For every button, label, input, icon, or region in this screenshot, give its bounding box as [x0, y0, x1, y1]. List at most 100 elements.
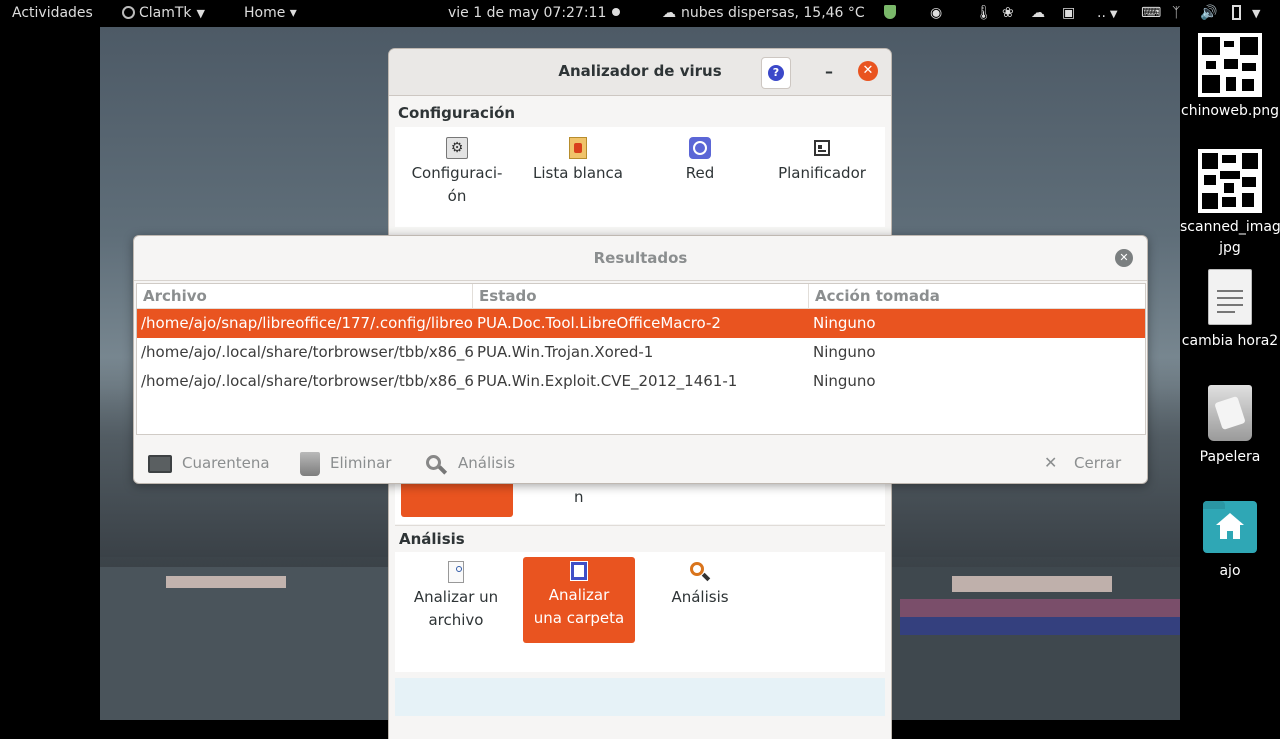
file-scan-icon	[448, 561, 464, 583]
monitor-quarantine-icon	[148, 454, 172, 473]
cell-status: PUA.Doc.Tool.LibreOfficeMacro-2	[477, 314, 721, 332]
tool-label: Lista blanca	[532, 164, 623, 182]
help-icon: ?	[768, 65, 784, 81]
desktop-icon-home[interactable]: ajo	[1180, 501, 1280, 582]
tool-scan-folder[interactable]: Analizar una carpeta	[523, 557, 635, 643]
desktop-icon-chinoweb[interactable]: chinoweb.png	[1180, 33, 1280, 122]
scheduler-icon	[814, 140, 830, 156]
tool-label: Configuraci- ón	[411, 164, 503, 205]
battery-icon[interactable]	[1232, 0, 1241, 27]
table-row[interactable]: /home/ajo/.local/share/torbrowser/tbb/x8…	[137, 367, 1145, 396]
help-button[interactable]: ?	[761, 57, 791, 89]
whitelist-icon	[569, 137, 587, 159]
delete-label: Eliminar	[330, 454, 392, 472]
trash-icon	[1208, 385, 1252, 441]
trash-icon	[300, 451, 320, 476]
quarantine-button[interactable]: Cuarentena	[148, 450, 270, 476]
status-area	[395, 678, 885, 716]
notification-dot-icon	[612, 0, 620, 27]
tool-settings[interactable]: ⚙ Configuraci- ón	[402, 137, 512, 208]
volume-icon[interactable]: 🔊	[1200, 0, 1217, 27]
results-table: Archivo Estado Acción tomada /home/ajo/s…	[136, 283, 1146, 435]
tool-network[interactable]: Red	[645, 137, 755, 185]
tool-label: Análisis	[671, 588, 729, 606]
cell-action: Ninguno	[813, 372, 876, 390]
divider	[395, 525, 885, 526]
home-folder-icon	[1203, 501, 1257, 553]
results-close-button[interactable]: ✕	[1115, 249, 1133, 267]
weather-indicator[interactable]: ☁ nubes dispersas, 15,46 °C	[662, 0, 865, 27]
text-file-icon	[1208, 269, 1252, 325]
column-header-action[interactable]: Acción tomada	[809, 284, 1145, 308]
desktop-icon-label: chinoweb.png	[1181, 103, 1279, 119]
app-menu[interactable]: ClamTk ▼	[122, 0, 205, 27]
desktop-icon-cambia-hora2[interactable]: cambia hora2	[1180, 269, 1280, 352]
results-title: Resultados	[593, 249, 688, 267]
config-section-title: Configuración	[398, 104, 516, 122]
magnifier-icon	[689, 561, 711, 583]
shield-icon[interactable]	[884, 0, 896, 27]
desktop-icon-label: cambia hora2	[1181, 333, 1279, 349]
folder-scan-icon	[570, 561, 588, 581]
desktop-icon-label: ajo	[1219, 563, 1241, 579]
cell-file: /home/ajo/snap/libreoffice/177/.config/l…	[141, 314, 473, 332]
tool-analysis[interactable]: Análisis	[645, 557, 755, 643]
qr-image-icon	[1198, 149, 1262, 213]
table-row[interactable]: /home/ajo/snap/libreoffice/177/.config/l…	[137, 309, 1145, 338]
thermometer-icon[interactable]: 🌡	[975, 0, 993, 27]
power-menu[interactable]: ▼	[1252, 0, 1260, 27]
bluetooth-icon[interactable]: ᛉ	[1172, 0, 1180, 27]
tool-label: Red	[685, 164, 715, 182]
wallpaper-building-left	[100, 567, 390, 720]
desktop-icon-scanned-image[interactable]: scanned_image.- jpg	[1180, 149, 1280, 259]
results-header: Resultados ✕	[134, 236, 1147, 281]
keyboard-icon[interactable]: ⌨	[1141, 0, 1161, 27]
analysis-button[interactable]: Análisis	[424, 450, 515, 476]
desktop-icon-label: scanned_image.- jpg	[1180, 219, 1280, 256]
cloud-icon: ☁	[662, 5, 676, 21]
desktop-icon-label: Papelera	[1199, 449, 1261, 465]
minimize-button[interactable]: –	[819, 61, 839, 83]
eye-icon[interactable]: ◉	[930, 0, 942, 27]
table-row[interactable]: /home/ajo/.local/share/torbrowser/tbb/x8…	[137, 338, 1145, 367]
left-strip	[0, 27, 100, 720]
table-header: Archivo Estado Acción tomada	[137, 284, 1145, 309]
wallpaper-banner-right	[900, 599, 1180, 617]
tray-overflow[interactable]: .. ▼	[1097, 0, 1118, 27]
column-header-status[interactable]: Estado	[473, 284, 809, 308]
results-dialog: Resultados ✕ Archivo Estado Acción tomad…	[133, 235, 1148, 484]
tool-scheduler[interactable]: Planificador	[767, 137, 877, 185]
home-menu[interactable]: Home ▾	[244, 0, 297, 27]
chevron-down-icon: ▼	[196, 7, 206, 20]
close-results-button[interactable]: ✕ Cerrar	[1044, 450, 1121, 476]
tool-label: Analizar un archivo	[413, 588, 499, 629]
top-panel: Actividades ClamTk ▼ Home ▾ vie 1 de may …	[0, 0, 1280, 27]
fan-icon[interactable]: ❀	[1002, 0, 1014, 27]
tool-whitelist[interactable]: Lista blanca	[523, 137, 633, 185]
monitor-icon[interactable]: ▣	[1062, 0, 1075, 27]
wallpaper-sign-right	[952, 576, 1112, 592]
hidden-orange-tool[interactable]	[401, 484, 513, 517]
column-header-file[interactable]: Archivo	[137, 284, 473, 308]
config-panel: ⚙ Configuraci- ón Lista blanca Red Plani…	[395, 127, 885, 227]
wallpaper-sign-left	[166, 576, 286, 588]
tool-scan-file[interactable]: Analizar un archivo	[401, 557, 511, 643]
qr-image-icon	[1198, 33, 1262, 97]
update-panel: n	[395, 484, 885, 524]
cloud-upload-icon[interactable]: ☁	[1031, 0, 1045, 27]
clamtk-app-icon	[122, 6, 135, 19]
wallpaper-banner-blue	[900, 617, 1180, 635]
tool-label: Analizar una carpeta	[533, 586, 625, 627]
chevron-down-icon: ▼	[1109, 9, 1118, 20]
tray-more-text: ..	[1097, 5, 1106, 21]
close-label: Cerrar	[1074, 454, 1122, 472]
desktop-icon-trash[interactable]: Papelera	[1180, 385, 1280, 468]
close-button[interactable]: ✕	[858, 61, 878, 81]
delete-button[interactable]: Eliminar	[300, 450, 391, 476]
activities-button[interactable]: Actividades	[12, 0, 93, 27]
clock[interactable]: vie 1 de may 07:27:11	[448, 0, 606, 27]
cell-action: Ninguno	[813, 314, 876, 332]
window-header: Analizador de virus ? – ✕	[389, 49, 891, 96]
window-title: Analizador de virus	[558, 62, 722, 80]
cell-file: /home/ajo/.local/share/torbrowser/tbb/x8…	[141, 343, 473, 361]
